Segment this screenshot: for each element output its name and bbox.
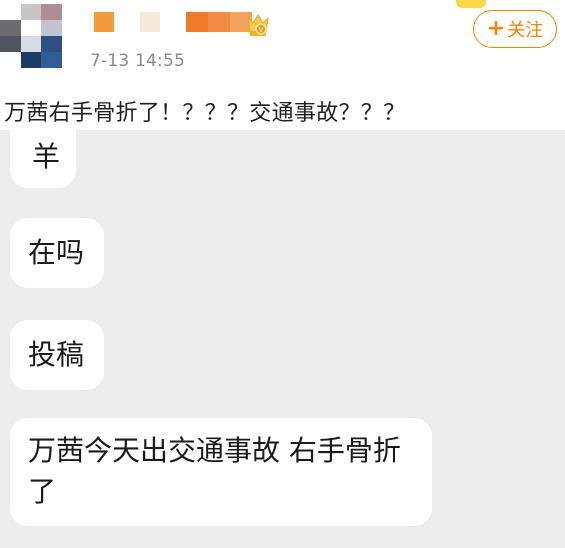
svg-text:V: V (259, 26, 264, 34)
plus-icon: + (486, 16, 506, 41)
follow-label: 关注 (507, 20, 544, 41)
avatar[interactable] (0, 4, 62, 68)
decoration-strip (456, 0, 486, 8)
vip-crown-icon: V (246, 12, 270, 38)
post-timestamp: 7-13 14:55 (90, 51, 185, 71)
chat-bubble: 羊 (10, 130, 76, 188)
chat-bubble: 在吗 (10, 218, 104, 288)
weibo-post: V 7-13 14:55 + 关注 万茜右手骨折了！？？？交通事故？？？ 羊 在… (0, 0, 565, 548)
chat-bubble: 万茜今天出交通事故 右手骨折了 (10, 418, 432, 526)
chat-bubble: 投稿 (10, 320, 104, 390)
username-mosaic[interactable] (94, 12, 252, 32)
follow-button[interactable]: + 关注 (473, 10, 557, 48)
post-text: 万茜右手骨折了！？？？交通事故？？？ (4, 101, 406, 126)
chat-screenshot[interactable]: 羊 在吗 投稿 万茜今天出交通事故 右手骨折了 (0, 130, 565, 548)
